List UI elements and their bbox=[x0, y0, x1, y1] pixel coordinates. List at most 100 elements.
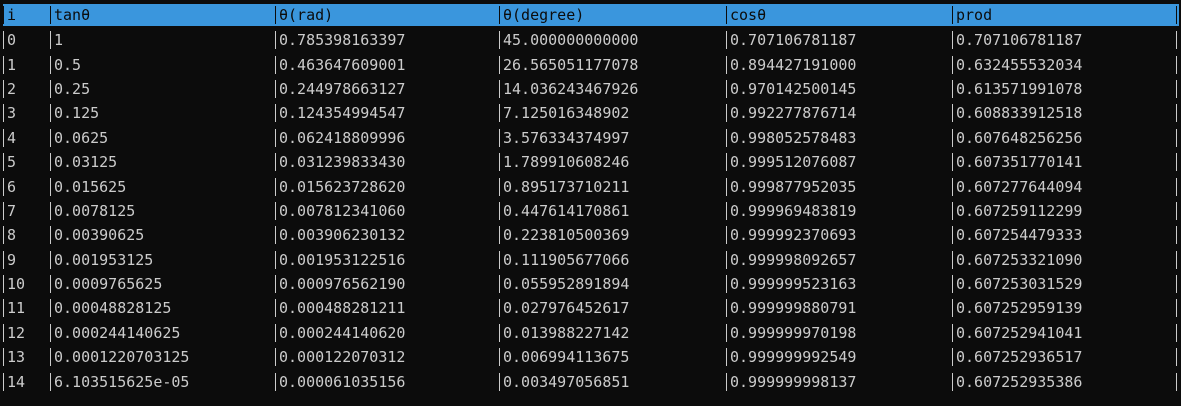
cell-value: 0.999999970198 bbox=[730, 323, 857, 342]
table-cell: 12 bbox=[3, 321, 49, 345]
table-cell: 0.707106781187 bbox=[726, 28, 951, 52]
cell-value: 0.03125 bbox=[54, 153, 118, 172]
table-cell: 0.03125 bbox=[50, 150, 274, 174]
row-end-border bbox=[1176, 321, 1177, 345]
row-end-border bbox=[1176, 52, 1177, 76]
cell-value: 26.565051177078 bbox=[503, 55, 639, 74]
table-cell: 0.244978663127 bbox=[275, 77, 497, 101]
cell-value: 0.998052578483 bbox=[730, 128, 857, 147]
table-cell: 0.001953125 bbox=[50, 248, 274, 272]
table-cell: 1.789910608246 bbox=[499, 150, 725, 174]
row-end-border bbox=[1176, 345, 1177, 369]
header-cell-tan: tanθ bbox=[50, 4, 274, 26]
table-cell: 0.895173710211 bbox=[499, 174, 725, 198]
cell-value: 0.607254479333 bbox=[956, 226, 1083, 245]
terminal-window: i tanθ θ(rad) θ(degree) cosθ prod 0 1 0.78… bbox=[0, 0, 1181, 406]
table-cell: 0.0078125 bbox=[50, 199, 274, 223]
row-end-border bbox=[1176, 272, 1177, 296]
table-row: 9 0.001953125 0.001953122516 0.111905677066… bbox=[3, 248, 1179, 272]
cell-value: 6 bbox=[7, 177, 17, 196]
table-cell: 11 bbox=[3, 296, 49, 320]
table-cell: 0.027976452617 bbox=[499, 296, 725, 320]
table-cell: 0.632455532034 bbox=[952, 52, 1176, 76]
table-cell: 8 bbox=[3, 223, 49, 247]
cell-value: 0.999999880791 bbox=[730, 299, 857, 318]
table-row: 3 0.125 0.124354994547 7.125016348902 0.9922… bbox=[3, 101, 1179, 125]
row-end-border bbox=[1176, 248, 1177, 272]
table-row: 14 6.103515625e-05 0.000061035156 0.0034970… bbox=[3, 369, 1179, 393]
cell-value: 0.999877952035 bbox=[730, 177, 857, 196]
row-end-border bbox=[1176, 101, 1177, 125]
header-label: cosθ bbox=[730, 6, 767, 24]
cell-value: 11 bbox=[7, 299, 26, 318]
table-cell: 0.463647609001 bbox=[275, 52, 497, 76]
table-cell: 0.607648256256 bbox=[952, 126, 1176, 150]
table-cell: 0.970142500145 bbox=[726, 77, 951, 101]
cell-value: 0 bbox=[7, 31, 17, 50]
table-cell: 0.007812341060 bbox=[275, 199, 497, 223]
table-body: 0 1 0.785398163397 45.000000000000 0.7071067… bbox=[3, 28, 1179, 394]
table-cell: 0.006994113675 bbox=[499, 345, 725, 369]
table-cell: 0.999969483819 bbox=[726, 199, 951, 223]
header-cell-cos: cosθ bbox=[726, 4, 951, 26]
cell-value: 0.062418809996 bbox=[279, 128, 406, 147]
cell-value: 0.999999523163 bbox=[730, 275, 857, 294]
header-end-border bbox=[1176, 4, 1177, 26]
table-cell: 0.223810500369 bbox=[499, 223, 725, 247]
table-cell: 7.125016348902 bbox=[499, 101, 725, 125]
table-cell: 6.103515625e-05 bbox=[50, 369, 274, 393]
cell-value: 0.000244140625 bbox=[54, 323, 181, 342]
table-row: 2 0.25 0.244978663127 14.036243467926 0.9701… bbox=[3, 77, 1179, 101]
cell-value: 0.999512076087 bbox=[730, 153, 857, 172]
table-cell: 0.607252941041 bbox=[952, 321, 1176, 345]
cell-value: 0.785398163397 bbox=[279, 31, 406, 50]
header-label: i bbox=[7, 6, 17, 24]
cell-value: 0.000244140620 bbox=[279, 323, 406, 342]
table-cell: 0.998052578483 bbox=[726, 126, 951, 150]
cell-value: 0.027976452617 bbox=[503, 299, 630, 318]
cell-value: 0.608833912518 bbox=[956, 104, 1083, 123]
table-cell: 0.0009765625 bbox=[50, 272, 274, 296]
cell-value: 0.607252936517 bbox=[956, 348, 1083, 367]
table-cell: 0.999992370693 bbox=[726, 223, 951, 247]
table-cell: 0.999512076087 bbox=[726, 150, 951, 174]
cell-value: 0.447614170861 bbox=[503, 201, 630, 220]
table-cell: 0.999998092657 bbox=[726, 248, 951, 272]
header-cell-theta-rad: θ(rad) bbox=[275, 4, 497, 26]
table-cell: 9 bbox=[3, 248, 49, 272]
cell-value: 0.999999998137 bbox=[730, 372, 857, 391]
cell-value: 0.999999992549 bbox=[730, 348, 857, 367]
table-cell: 0.607252935386 bbox=[952, 369, 1176, 393]
table-cell: 1 bbox=[3, 52, 49, 76]
cell-value: 0.001953122516 bbox=[279, 250, 406, 269]
table-row: 0 1 0.785398163397 45.000000000000 0.7071067… bbox=[3, 28, 1179, 52]
table-cell: 0.013988227142 bbox=[499, 321, 725, 345]
cell-value: 0.0001220703125 bbox=[54, 348, 190, 367]
cell-value: 0.00390625 bbox=[54, 226, 145, 245]
cell-value: 13 bbox=[7, 348, 26, 367]
table-cell: 3 bbox=[3, 101, 49, 125]
row-end-border bbox=[1176, 174, 1177, 198]
table-cell: 0.003497056851 bbox=[499, 369, 725, 393]
header-label: θ(degree) bbox=[503, 6, 585, 24]
output-table: i tanθ θ(rad) θ(degree) cosθ prod 0 1 0.78… bbox=[3, 3, 1179, 391]
table-cell: 10 bbox=[3, 272, 49, 296]
cell-value: 7.125016348902 bbox=[503, 104, 630, 123]
cell-value: 6.103515625e-05 bbox=[54, 372, 190, 391]
header-label: θ(rad) bbox=[279, 6, 334, 24]
cell-value: 0.111905677066 bbox=[503, 250, 630, 269]
cell-value: 9 bbox=[7, 250, 17, 269]
row-end-border bbox=[1176, 369, 1177, 393]
table-cell: 0.062418809996 bbox=[275, 126, 497, 150]
table-row: 8 0.00390625 0.003906230132 0.223810500369 0… bbox=[3, 223, 1179, 247]
table-cell: 0.447614170861 bbox=[499, 199, 725, 223]
cell-value: 0.013988227142 bbox=[503, 323, 630, 342]
cell-value: 0.607253031529 bbox=[956, 275, 1083, 294]
table-cell: 0.000976562190 bbox=[275, 272, 497, 296]
table-cell: 0.031239833430 bbox=[275, 150, 497, 174]
table-row: 6 0.015625 0.015623728620 0.895173710211 0.9… bbox=[3, 174, 1179, 198]
cell-value: 0.055952891894 bbox=[503, 275, 630, 294]
cell-value: 3 bbox=[7, 104, 17, 123]
cell-value: 0.999969483819 bbox=[730, 201, 857, 220]
cell-value: 0.992277876714 bbox=[730, 104, 857, 123]
